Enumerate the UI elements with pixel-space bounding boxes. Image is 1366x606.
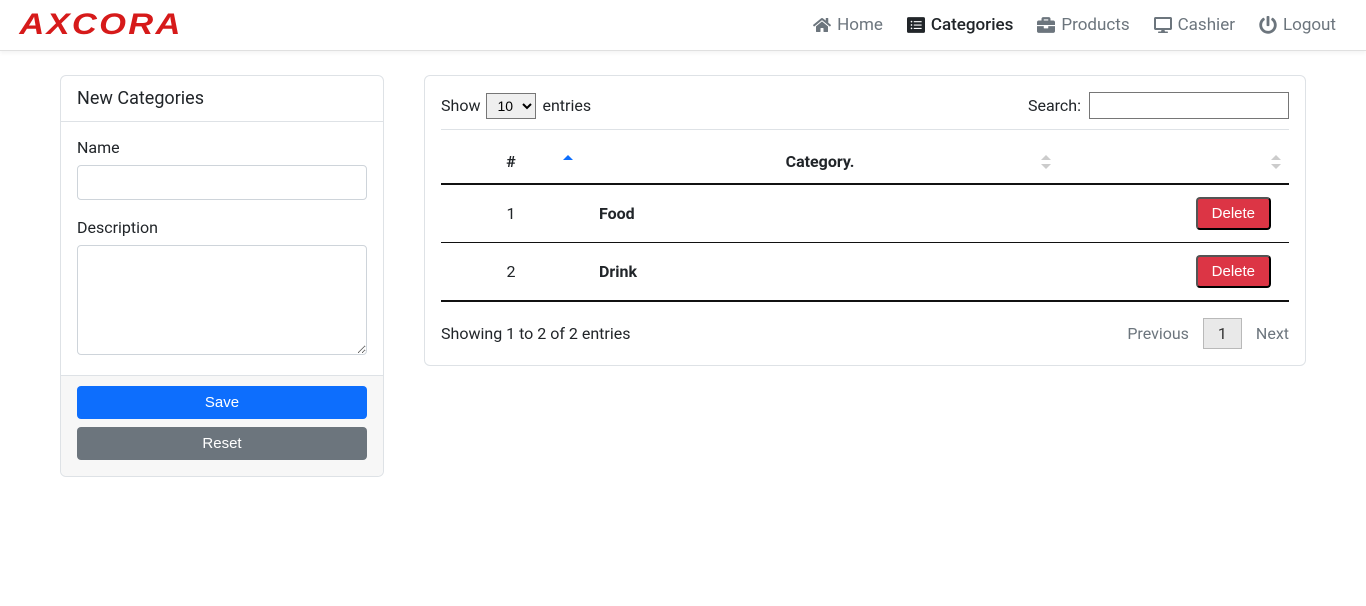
length-select[interactable]: 10 [486, 93, 536, 119]
cell-num: 2 [441, 243, 581, 302]
delete-button[interactable]: Delete [1196, 197, 1271, 230]
name-label: Name [77, 138, 367, 157]
categories-table-card: Show 10 entries Search: # [424, 75, 1306, 366]
cell-category: Food [581, 184, 1059, 243]
table-row: 1 Food Delete [441, 184, 1289, 243]
previous-button[interactable]: Previous [1127, 324, 1189, 343]
cell-num: 1 [441, 184, 581, 243]
reset-button[interactable]: Reset [77, 427, 367, 460]
next-button[interactable]: Next [1256, 324, 1289, 343]
cell-action: Delete [1059, 243, 1289, 302]
nav-products-label: Products [1061, 15, 1129, 35]
search-wrapper: Search: [1028, 92, 1289, 119]
nav-logout[interactable]: Logout [1259, 15, 1336, 35]
sort-asc-icon [563, 155, 573, 169]
table-info: Showing 1 to 2 of 2 entries [441, 324, 630, 343]
nav-categories-label: Categories [931, 15, 1014, 35]
entries-length: Show 10 entries [441, 93, 591, 119]
nav-cashier[interactable]: Cashier [1154, 15, 1235, 35]
cell-action: Delete [1059, 184, 1289, 243]
col-action[interactable] [1059, 140, 1289, 184]
power-icon [1259, 16, 1277, 34]
save-button[interactable]: Save [77, 386, 367, 419]
table-row: 2 Drink Delete [441, 243, 1289, 302]
logo-text: AXCORA [19, 8, 182, 42]
briefcase-icon [1037, 16, 1055, 34]
main-nav: Home Categories Products Cashier Logout [813, 15, 1336, 35]
description-input[interactable] [77, 245, 367, 355]
name-input[interactable] [77, 165, 367, 200]
pagination: Previous 1 Next [1127, 318, 1289, 349]
new-category-form-card: New Categories Name Description Save Res… [60, 75, 384, 477]
col-category[interactable]: Category. [581, 140, 1059, 184]
sort-both-icon [1041, 155, 1051, 169]
nav-products[interactable]: Products [1037, 15, 1129, 35]
display-icon [1154, 16, 1172, 34]
description-label: Description [77, 218, 367, 237]
nav-logout-label: Logout [1283, 15, 1336, 35]
page-number[interactable]: 1 [1203, 318, 1242, 349]
sort-both-icon [1271, 155, 1281, 169]
nav-home-label: Home [837, 15, 883, 35]
search-input[interactable] [1089, 92, 1289, 119]
cell-category: Drink [581, 243, 1059, 302]
form-header: New Categories [61, 76, 383, 122]
search-label: Search: [1028, 96, 1081, 115]
home-icon [813, 16, 831, 34]
nav-home[interactable]: Home [813, 15, 883, 35]
nav-categories[interactable]: Categories [907, 15, 1014, 35]
length-prefix: Show [441, 96, 480, 115]
categories-table: # Category. [441, 140, 1289, 302]
logo[interactable]: AXCORA [30, 8, 172, 42]
col-num[interactable]: # [441, 140, 581, 184]
delete-button[interactable]: Delete [1196, 255, 1271, 288]
list-icon [907, 16, 925, 34]
nav-cashier-label: Cashier [1178, 15, 1235, 35]
length-suffix: entries [542, 96, 591, 115]
